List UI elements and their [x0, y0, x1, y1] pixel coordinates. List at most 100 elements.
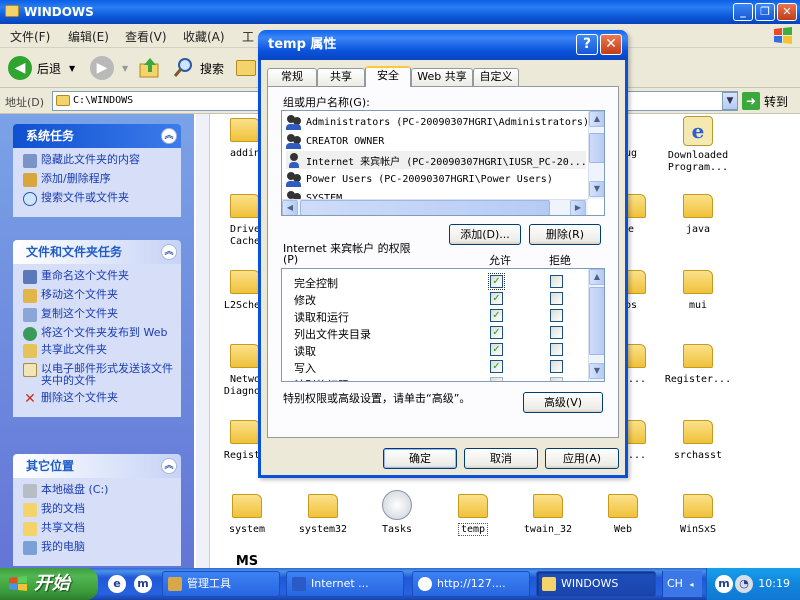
help-button[interactable]: ?	[576, 34, 598, 55]
up-folder-button[interactable]	[138, 54, 162, 82]
file-item[interactable]: twain_32	[513, 494, 583, 536]
collapse-chevron-icon[interactable]: ︽	[161, 128, 177, 144]
maximize-button[interactable]: ❐	[755, 3, 775, 21]
allow-checkbox[interactable]: ✓	[488, 273, 505, 290]
place-my-computer[interactable]: 我的电脑	[23, 541, 173, 555]
task-move-folder[interactable]: 移动这个文件夹	[23, 289, 173, 303]
deny-checkbox[interactable]	[550, 326, 563, 339]
list-item[interactable]: CREATOR OWNER	[286, 132, 384, 150]
task-rename-folder[interactable]: 重命名这个文件夹	[23, 270, 173, 284]
back-dropdown-icon[interactable]: ▼	[69, 64, 75, 73]
apply-button[interactable]: 应用(A)	[545, 448, 619, 469]
task-hide-folder-contents[interactable]: 隐藏此文件夹的内容	[23, 154, 173, 168]
dialog-close-button[interactable]: ✕	[600, 34, 622, 55]
place-local-disk[interactable]: 本地磁盘 (C:)	[23, 484, 173, 498]
cancel-button[interactable]: 取消	[464, 448, 538, 469]
user-list-hscrollbar[interactable]: ◀ ▶	[282, 199, 588, 215]
dialog-title-bar[interactable]: temp 属性 ? ✕	[258, 30, 628, 60]
taskbar-internet-guest[interactable]: Internet ...	[286, 571, 404, 597]
task-email-files[interactable]: 以电子邮件形式发送该文件夹中的文件	[23, 363, 173, 387]
file-item-selected[interactable]: temp	[438, 494, 508, 536]
start-button[interactable]: 开始	[0, 568, 98, 600]
tab-general[interactable]: 常规	[267, 68, 317, 86]
folders-button[interactable]	[236, 54, 256, 82]
file-item[interactable]: e Downloaded Program...	[663, 116, 733, 174]
scroll-right-icon[interactable]: ▶	[570, 200, 586, 215]
panel-title[interactable]: 系统任务 ︽	[13, 124, 181, 148]
scroll-up-icon[interactable]: ▲	[589, 269, 604, 285]
allow-checkbox[interactable]: ✓	[490, 309, 503, 322]
tab-sharing[interactable]: 共享	[317, 68, 365, 86]
task-share-folder[interactable]: 共享此文件夹	[23, 344, 173, 358]
menu-view[interactable]: 查看(V)	[125, 28, 167, 45]
remove-button[interactable]: 删除(R)	[529, 224, 601, 245]
taskbar-admin-tools[interactable]: 管理工具	[162, 571, 280, 597]
deny-checkbox[interactable]	[550, 377, 563, 381]
deny-checkbox[interactable]	[550, 275, 563, 288]
forward-dropdown-icon[interactable]: ▼	[122, 64, 128, 73]
quick-launch-maxthon-icon[interactable]: m	[134, 575, 152, 593]
file-item[interactable]: Web	[588, 494, 658, 536]
file-item[interactable]: Tasks	[362, 490, 432, 536]
file-item[interactable]: srchasst	[663, 420, 733, 462]
list-item[interactable]: Power Users (PC-20090307HGRI\Power Users…	[286, 170, 553, 188]
file-area-scrollbar[interactable]	[196, 114, 210, 568]
user-list[interactable]: Administrators (PC-20090307HGRI\Administ…	[281, 110, 605, 216]
task-delete-folder[interactable]: ✕ 删除这个文件夹	[23, 392, 173, 407]
tab-web-sharing[interactable]: Web 共享	[411, 68, 473, 86]
menu-tools[interactable]: 工	[242, 28, 254, 45]
file-item[interactable]: system	[212, 494, 282, 536]
scroll-thumb[interactable]	[589, 133, 604, 163]
place-shared-documents[interactable]: 共享文档	[23, 522, 173, 536]
search-button[interactable]: 搜索	[172, 54, 224, 82]
allow-checkbox[interactable]: ✓	[490, 343, 503, 356]
list-item[interactable]: Administrators (PC-20090307HGRI\Administ…	[286, 113, 589, 131]
go-button[interactable]: ➜ 转到	[742, 92, 788, 110]
scroll-down-icon[interactable]: ▼	[589, 181, 604, 197]
add-button[interactable]: 添加(D)...	[449, 224, 521, 245]
explorer-title-bar[interactable]: WINDOWS _ ❐ ✕	[0, 0, 800, 24]
scroll-thumb[interactable]	[300, 200, 550, 215]
back-button[interactable]: ◀ 后退 ▼	[8, 54, 75, 82]
panel-title[interactable]: 文件和文件夹任务 ︽	[13, 240, 181, 264]
allow-checkbox[interactable]: ✓	[490, 360, 503, 373]
address-dropdown-icon[interactable]: ▼	[722, 92, 738, 110]
tray-maxthon-icon[interactable]: m	[715, 575, 733, 593]
tray-volume-icon[interactable]: ◔	[735, 575, 753, 593]
list-item-selected[interactable]: Internet 来宾帐户 (PC-20090307HGRI\IUSR_PC-2…	[286, 151, 593, 169]
allow-checkbox[interactable]: ✓	[490, 292, 503, 305]
file-item[interactable]: mui	[663, 270, 733, 312]
place-my-documents[interactable]: 我的文档	[23, 503, 173, 517]
file-item[interactable]: WinSxS	[663, 494, 733, 536]
deny-checkbox[interactable]	[550, 343, 563, 356]
menu-favorites[interactable]: 收藏(A)	[183, 28, 225, 45]
deny-checkbox[interactable]	[550, 360, 563, 373]
collapse-chevron-icon[interactable]: ︽	[161, 244, 177, 260]
taskbar-browser[interactable]: http://127....	[412, 571, 530, 597]
task-search-files[interactable]: 搜索文件或文件夹	[23, 192, 173, 206]
file-item[interactable]: java	[663, 194, 733, 236]
panel-title[interactable]: 其它位置 ︽	[13, 454, 181, 478]
forward-button[interactable]: ▶ ▼	[90, 54, 128, 82]
ok-button[interactable]: 确定	[383, 448, 457, 469]
allow-checkbox[interactable]	[490, 377, 503, 381]
quick-launch-ie-icon[interactable]: e	[108, 575, 126, 593]
collapse-chevron-icon[interactable]: ︽	[161, 458, 177, 474]
allow-checkbox[interactable]: ✓	[490, 326, 503, 339]
language-indicator[interactable]: CH ◂	[662, 571, 702, 597]
tab-customize[interactable]: 自定义	[473, 68, 519, 86]
file-item[interactable]: system32	[288, 494, 358, 536]
advanced-button[interactable]: 高级(V)	[523, 392, 603, 413]
deny-checkbox[interactable]	[550, 292, 563, 305]
task-publish-web[interactable]: 将这个文件夹发布到 Web	[23, 327, 173, 341]
tab-security[interactable]: 安全	[365, 66, 411, 87]
scroll-thumb[interactable]	[589, 287, 604, 355]
deny-checkbox[interactable]	[550, 309, 563, 322]
taskbar-windows-folder[interactable]: WINDOWS	[536, 571, 656, 597]
file-item[interactable]: Register...	[663, 344, 733, 386]
scroll-left-icon[interactable]: ◀	[282, 200, 298, 215]
user-list-vscrollbar[interactable]: ▲ ▼	[588, 111, 604, 199]
permission-list-vscrollbar[interactable]: ▲ ▼	[588, 269, 604, 381]
scroll-up-icon[interactable]: ▲	[589, 111, 604, 127]
task-copy-folder[interactable]: 复制这个文件夹	[23, 308, 173, 322]
